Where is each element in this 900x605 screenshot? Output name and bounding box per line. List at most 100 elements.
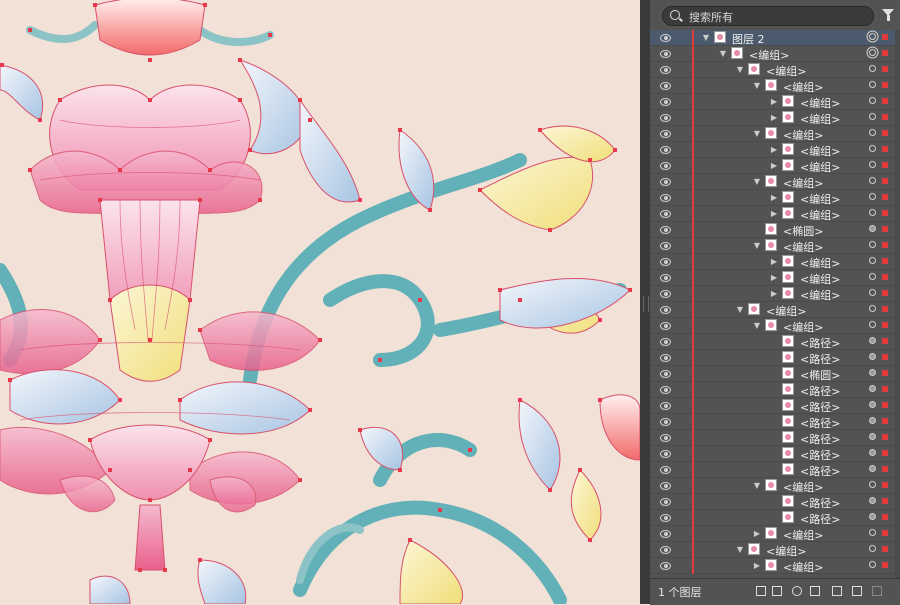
lock-toggle[interactable] (680, 270, 692, 285)
chevron-down-icon[interactable]: ▼ (751, 78, 763, 93)
layer-name[interactable]: <路径> (800, 415, 840, 431)
selection-square-icon[interactable] (882, 482, 888, 488)
target-circle-icon[interactable] (869, 369, 876, 376)
lock-toggle[interactable] (680, 494, 692, 509)
layer-name[interactable]: <椭圆> (783, 223, 823, 239)
layer-row[interactable]: ▶ <编组> (650, 558, 900, 574)
lock-toggle[interactable] (680, 206, 692, 221)
target-circle-icon[interactable] (869, 465, 876, 472)
target-circle-icon[interactable] (869, 337, 876, 344)
layer-name[interactable]: <编组> (749, 47, 789, 63)
layer-row[interactable]: ▼ <编组> (650, 126, 900, 142)
selection-square-icon[interactable] (882, 162, 888, 168)
layer-row[interactable]: ▼ <编组> (650, 238, 900, 254)
artboard-canvas[interactable] (0, 0, 640, 604)
layer-row[interactable]: ▶ <编组> (650, 142, 900, 158)
layer-row[interactable]: <路径> (650, 494, 900, 510)
layer-row[interactable]: ▶ <编组> (650, 254, 900, 270)
lock-toggle[interactable] (680, 462, 692, 477)
visibility-eye-icon[interactable] (660, 322, 671, 330)
chevron-right-icon[interactable]: ▶ (768, 286, 780, 301)
lock-toggle[interactable] (680, 222, 692, 237)
visibility-eye-icon[interactable] (660, 354, 671, 362)
target-circle-icon[interactable] (869, 257, 876, 264)
chevron-down-icon[interactable]: ▼ (751, 318, 763, 333)
chevron-down-icon[interactable]: ▼ (751, 478, 763, 493)
selection-square-icon[interactable] (882, 306, 888, 312)
layer-name[interactable]: <路径> (800, 511, 840, 527)
target-circle-icon[interactable] (869, 321, 876, 328)
lock-toggle[interactable] (680, 430, 692, 445)
visibility-eye-icon[interactable] (660, 194, 671, 202)
layer-name[interactable]: <编组> (783, 479, 823, 495)
layer-row[interactable]: ▼ <编组> (650, 318, 900, 334)
visibility-eye-icon[interactable] (660, 498, 671, 506)
target-circle-icon[interactable] (869, 353, 876, 360)
layer-name[interactable]: <编组> (783, 559, 823, 575)
layer-row[interactable]: <路径> (650, 350, 900, 366)
visibility-eye-icon[interactable] (660, 434, 671, 442)
visibility-eye-icon[interactable] (660, 418, 671, 426)
selection-square-icon[interactable] (882, 130, 888, 136)
lock-toggle[interactable] (680, 558, 692, 573)
layer-row[interactable]: ▼ <编组> (650, 174, 900, 190)
target-circle-icon[interactable] (869, 177, 876, 184)
lock-toggle[interactable] (680, 238, 692, 253)
visibility-eye-icon[interactable] (660, 530, 671, 538)
search-input[interactable] (687, 8, 871, 26)
export-icon[interactable] (772, 586, 782, 596)
selection-square-icon[interactable] (882, 274, 888, 280)
visibility-eye-icon[interactable] (660, 34, 671, 42)
layer-row[interactable]: <路径> (650, 462, 900, 478)
lock-toggle[interactable] (680, 478, 692, 493)
selection-square-icon[interactable] (882, 98, 888, 104)
target-circle-icon[interactable] (869, 545, 876, 552)
selection-square-icon[interactable] (882, 258, 888, 264)
layer-name[interactable]: <编组> (766, 543, 806, 559)
layer-name[interactable]: 图层 2 (732, 31, 765, 47)
lock-toggle[interactable] (680, 398, 692, 413)
lock-toggle[interactable] (680, 254, 692, 269)
layer-name[interactable]: <路径> (800, 495, 840, 511)
target-circle-icon[interactable] (869, 65, 876, 72)
clipping-mask-icon[interactable] (810, 586, 820, 596)
selection-square-icon[interactable] (882, 34, 888, 40)
visibility-eye-icon[interactable] (660, 210, 671, 218)
chevron-right-icon[interactable]: ▶ (751, 526, 763, 541)
lock-toggle[interactable] (680, 126, 692, 141)
lock-toggle[interactable] (680, 542, 692, 557)
layer-name[interactable]: <编组> (766, 303, 806, 319)
layer-name[interactable]: <椭圆> (800, 367, 840, 383)
selection-square-icon[interactable] (882, 82, 888, 88)
lock-toggle[interactable] (680, 366, 692, 381)
lock-toggle[interactable] (680, 334, 692, 349)
chevron-down-icon[interactable]: ▼ (751, 238, 763, 253)
layer-name[interactable]: <编组> (800, 143, 840, 159)
selection-square-icon[interactable] (882, 114, 888, 120)
layer-row[interactable]: ▶ <编组> (650, 190, 900, 206)
lock-toggle[interactable] (680, 526, 692, 541)
selection-square-icon[interactable] (882, 498, 888, 504)
visibility-eye-icon[interactable] (660, 290, 671, 298)
selection-square-icon[interactable] (882, 370, 888, 376)
chevron-right-icon[interactable]: ▶ (768, 190, 780, 205)
visibility-eye-icon[interactable] (660, 146, 671, 154)
visibility-eye-icon[interactable] (660, 370, 671, 378)
selection-square-icon[interactable] (882, 210, 888, 216)
lock-toggle[interactable] (680, 94, 692, 109)
target-circle-icon[interactable] (869, 481, 876, 488)
lock-toggle[interactable] (680, 510, 692, 525)
target-circle-icon[interactable] (869, 561, 876, 568)
lock-toggle[interactable] (680, 174, 692, 189)
layer-name[interactable]: <编组> (783, 79, 823, 95)
delete-layer-icon[interactable] (872, 586, 882, 596)
target-circle-icon[interactable] (869, 241, 876, 248)
target-circle-icon[interactable] (869, 97, 876, 104)
lock-toggle[interactable] (680, 302, 692, 317)
selection-square-icon[interactable] (882, 530, 888, 536)
search-box[interactable] (662, 6, 874, 26)
target-circle-icon[interactable] (869, 49, 876, 56)
layer-row[interactable]: <路径> (650, 414, 900, 430)
lock-toggle[interactable] (680, 446, 692, 461)
layer-row[interactable]: ▶ <编组> (650, 110, 900, 126)
